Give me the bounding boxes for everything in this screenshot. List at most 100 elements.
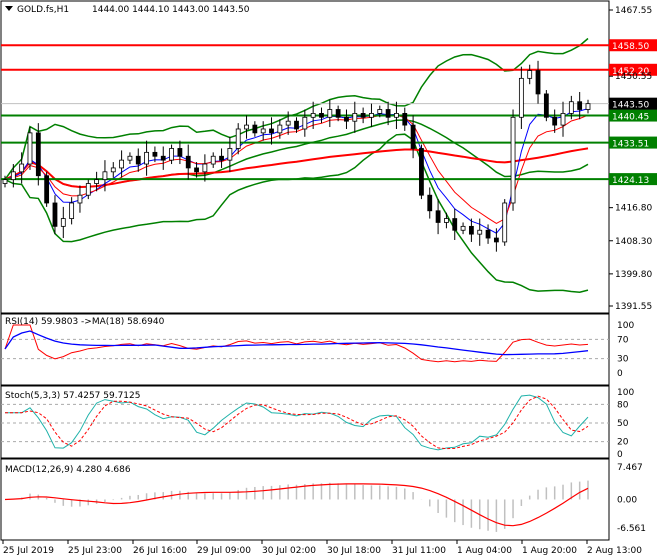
candle — [577, 101, 583, 110]
candle — [527, 70, 533, 79]
x-tick-label: 2 Aug 13:00 — [587, 546, 642, 556]
x-tick-label: 1 Aug 04:00 — [457, 546, 512, 556]
x-tick-label: 31 Jul 11:00 — [392, 546, 446, 556]
candle — [210, 155, 216, 165]
level-label: 1424.13 — [612, 176, 649, 186]
candle — [302, 116, 308, 130]
stoch-title: Stoch(5,3,3) 57.4257 59.7125 — [5, 391, 140, 401]
candle — [152, 151, 158, 157]
candle — [452, 218, 458, 231]
candle — [94, 179, 100, 184]
candle — [27, 132, 33, 165]
stoch-tick-label: 50 — [617, 419, 629, 429]
candle — [477, 229, 483, 235]
candle — [435, 210, 441, 223]
candle — [19, 163, 25, 173]
y-tick-label: 1450.55 — [615, 72, 652, 82]
candle — [568, 101, 574, 114]
candle — [69, 202, 75, 219]
candle — [444, 218, 449, 223]
candle — [169, 148, 174, 161]
rsi-title: RSI(14) 59.9803 ->MA(18) 58.6940 — [5, 317, 165, 327]
candle — [419, 148, 424, 196]
candle — [185, 155, 191, 169]
candle — [518, 77, 524, 118]
rsi-tick-label: 0 — [617, 369, 623, 379]
stoch-tick-label: 80 — [617, 400, 629, 410]
candle — [485, 229, 491, 239]
rsi-tick-label: 70 — [617, 335, 629, 345]
candle — [227, 148, 233, 161]
candle — [319, 113, 324, 118]
y-tick-label: 1391.55 — [615, 302, 652, 312]
candle — [468, 225, 474, 235]
candle — [260, 128, 266, 134]
candle — [294, 120, 299, 130]
macd-title: MACD(12,26,9) 4.280 4.686 — [5, 465, 131, 475]
macd-tick-label: 7.467 — [617, 463, 643, 473]
candle — [110, 167, 116, 173]
candle — [119, 159, 124, 169]
candle — [385, 109, 391, 118]
candle — [127, 155, 133, 161]
candle — [560, 113, 566, 126]
candle — [10, 171, 16, 181]
candle — [394, 113, 399, 118]
y-tick-label: 1467.55 — [615, 6, 652, 16]
symbol-label: GOLD.fs,H1 — [17, 5, 69, 15]
candle — [60, 218, 66, 227]
candle — [352, 113, 358, 122]
candle — [44, 175, 50, 204]
x-tick-label: 1 Aug 20:00 — [522, 546, 577, 556]
candle — [535, 70, 541, 95]
candle — [335, 109, 341, 118]
stoch-tick-label: 0 — [617, 450, 623, 460]
chart-svg[interactable]: 1458.501452.201440.451433.511424.131443.… — [0, 0, 660, 560]
candle — [85, 183, 91, 196]
level-label: 1433.51 — [612, 140, 649, 150]
candle — [277, 124, 283, 134]
rsi-tick-label: 30 — [617, 355, 629, 365]
candle — [285, 120, 291, 126]
y-tick-label: 1416.80 — [615, 204, 652, 214]
candle — [35, 132, 41, 177]
candle — [585, 103, 591, 110]
macd-tick-label: -6.561 — [617, 524, 646, 534]
candle — [460, 225, 466, 231]
candle — [402, 113, 408, 126]
current-price-label: 1443.50 — [612, 101, 649, 111]
stoch-tick-label: 20 — [617, 438, 629, 448]
candle — [369, 113, 374, 118]
candle — [177, 148, 183, 157]
x-tick-label: 25 Jul 2019 — [3, 546, 54, 556]
candle — [194, 167, 199, 173]
macd-tick-label: 0.00 — [617, 495, 637, 505]
rsi-tick-label: 100 — [617, 321, 634, 331]
stoch-tick-label: 100 — [617, 388, 634, 398]
candle — [493, 237, 499, 243]
ohlc-readout: 1444.00 1444.10 1443.00 1443.50 — [92, 5, 250, 15]
x-tick-label: 30 Jul 18:00 — [327, 546, 381, 556]
candle — [102, 171, 108, 181]
x-tick-label: 25 Jul 23:00 — [68, 546, 122, 556]
candle — [2, 179, 8, 184]
candle — [202, 163, 208, 173]
candle — [244, 124, 249, 130]
level-label: 1440.45 — [612, 113, 649, 123]
candle — [269, 128, 274, 134]
y-tick-label: 1399.80 — [615, 270, 652, 280]
candle — [510, 116, 516, 204]
candle — [235, 128, 241, 149]
x-tick-label: 26 Jul 16:00 — [133, 546, 187, 556]
x-tick-label: 30 Jul 02:00 — [262, 546, 316, 556]
candle — [160, 155, 166, 161]
candle — [310, 113, 316, 118]
candle — [360, 113, 366, 118]
candle — [344, 116, 349, 122]
trading-chart[interactable]: 1458.50 1452.20 1440.45 1433.51 1424.13 1443.… — [0, 0, 660, 560]
candle — [52, 202, 58, 227]
candle — [135, 155, 141, 165]
candle — [502, 202, 508, 243]
candle — [427, 194, 433, 212]
candle — [252, 124, 258, 134]
